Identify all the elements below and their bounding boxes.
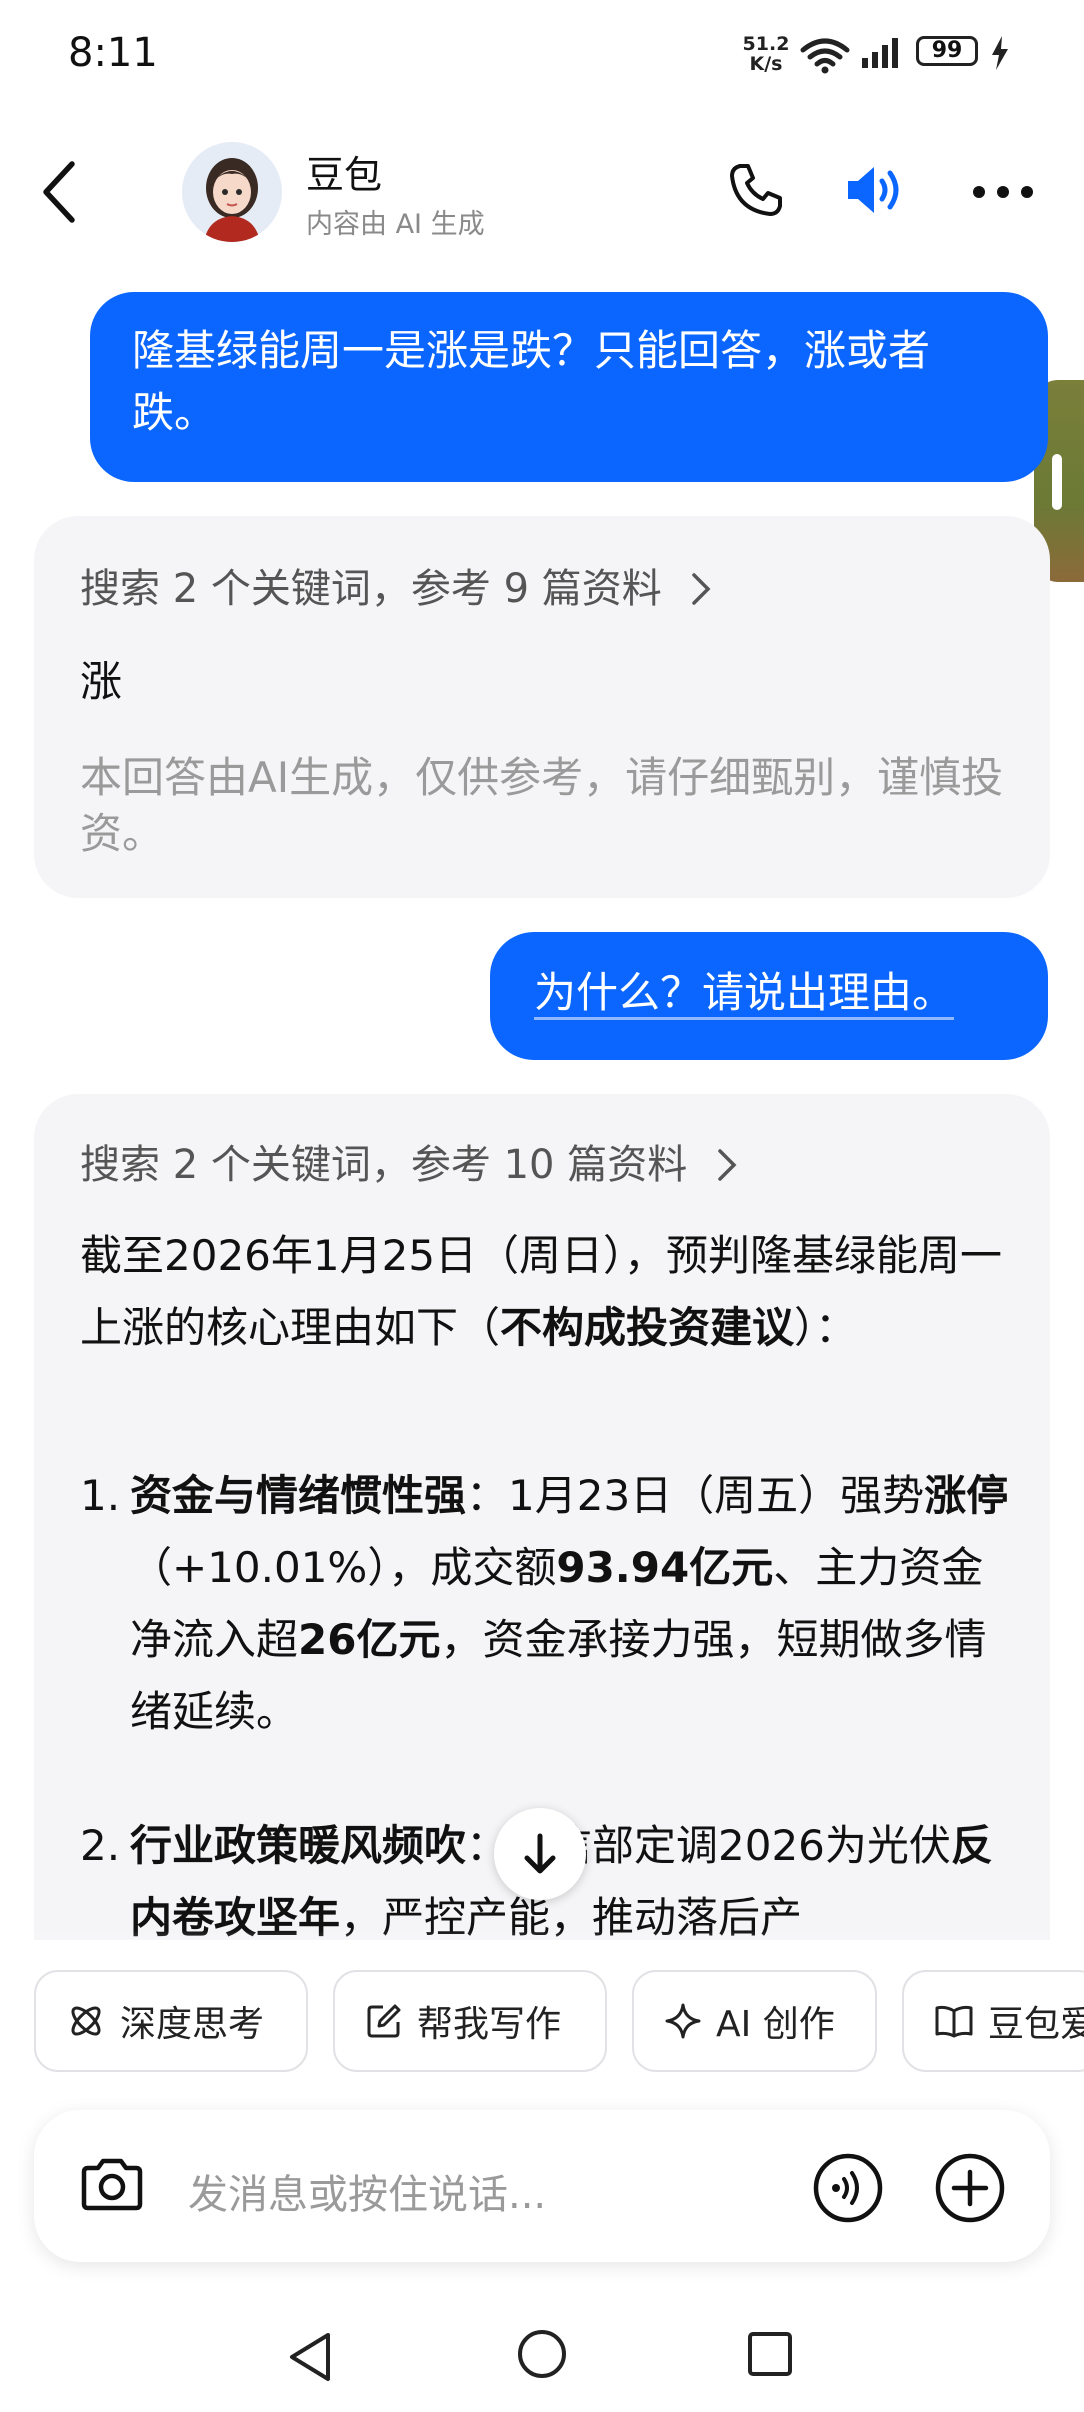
nav-home-icon[interactable] <box>516 2328 568 2380</box>
list-item-text: （+10.01%），成交额 <box>130 1543 557 1592</box>
list-item: 资金与情绪惯性强：1月23日（周五）强势涨停 （+10.01%），成交额93.94… <box>130 1460 1010 1748</box>
plus-icon[interactable] <box>934 2152 1006 2224</box>
nav-back-icon[interactable] <box>286 2330 334 2384</box>
wifi-icon <box>800 38 850 74</box>
user-message-text: 为什么？请说出理由。 <box>534 968 955 1020</box>
search-summary[interactable]: 搜索 2 个关键词，参考 9 篇资料 <box>80 556 712 614</box>
network-speed-value: 51.2 <box>742 33 790 55</box>
ai-answer: 涨 <box>80 657 123 706</box>
chip-help-write[interactable]: 帮我写作 <box>333 1970 607 2072</box>
search-summary[interactable]: 搜索 2 个关键词，参考 10 篇资料 <box>80 1132 738 1190</box>
message-input[interactable]: 发消息或按住说话... <box>188 2162 546 2220</box>
chip-doubao-learn[interactable]: 豆包爱学 <box>902 1970 1084 2072</box>
list-item-text: ：1月23日（周五）强势 <box>466 1471 925 1520</box>
book-icon <box>935 2005 973 2038</box>
ai-intro-bold: 不构成投资建议 <box>500 1303 795 1352</box>
more-icon[interactable] <box>972 185 1034 199</box>
list-item-bold: 涨停 <box>924 1471 1009 1520</box>
chat-title: 豆包 <box>306 153 383 197</box>
list-item-bold: 26亿元 <box>298 1615 441 1664</box>
list-number: 2. <box>80 1821 121 1870</box>
charging-icon <box>992 36 1008 70</box>
voice-call-icon[interactable] <box>812 2152 884 2224</box>
scroll-to-bottom-button[interactable] <box>494 1808 586 1900</box>
speaker-icon[interactable] <box>844 160 910 220</box>
ai-disclaimer: 本回答由AI生成，仅供参考，请仔细甄别，谨慎投资。 <box>80 753 1004 858</box>
battery-indicator: 99 <box>916 36 978 66</box>
nav-recents-icon[interactable] <box>746 2330 794 2378</box>
arrow-down-icon <box>524 1833 556 1874</box>
network-speed-unit: K/s <box>749 53 783 75</box>
chip-label: 豆包爱学 <box>988 2004 1084 2045</box>
avatar[interactable] <box>182 142 282 242</box>
signal-icon <box>862 38 898 68</box>
ai-intro: 截至2026年1月25日（周日），预判隆基绿能周一上涨的核心理由如下（不构成投资… <box>80 1220 1020 1364</box>
chip-label: AI 创作 <box>716 2004 835 2045</box>
ai-message[interactable]: 搜索 2 个关键词，参考 9 篇资料 涨 本回答由AI生成，仅供参考，请仔细甄别… <box>34 516 1050 898</box>
avatar-illustration <box>182 142 282 242</box>
search-summary-text: 搜索 2 个关键词，参考 9 篇资料 <box>80 566 662 612</box>
status-time: 8:11 <box>68 30 158 76</box>
chip-deep-think[interactable]: 深度思考 <box>34 1970 308 2072</box>
user-message[interactable]: 为什么？请说出理由。 <box>490 932 1048 1060</box>
back-icon[interactable] <box>40 160 80 224</box>
chip-label: 帮我写作 <box>417 2004 562 2045</box>
edit-icon <box>367 2004 401 2038</box>
user-message-text: 隆基绿能周一是涨是跌？只能回答，涨或者跌。 <box>132 326 931 437</box>
phone-icon[interactable] <box>726 160 786 220</box>
list-item-bold: 资金与情绪惯性强 <box>130 1471 467 1520</box>
search-summary-text: 搜索 2 个关键词，参考 10 篇资料 <box>80 1142 688 1188</box>
atom-icon <box>71 2006 101 2036</box>
chip-label: 深度思考 <box>120 2004 265 2045</box>
sparkle-icon <box>665 2003 701 2039</box>
chat-subtitle: 内容由 AI 生成 <box>306 209 485 240</box>
chevron-right-icon <box>692 573 711 605</box>
list-number: 1. <box>80 1471 121 1520</box>
ai-intro-end: ）： <box>794 1303 858 1352</box>
user-message[interactable]: 隆基绿能周一是涨是跌？只能回答，涨或者跌。 <box>90 292 1048 482</box>
network-speed: 51.2 K/s <box>742 34 790 74</box>
chip-ai-create[interactable]: AI 创作 <box>632 1970 877 2072</box>
camera-icon[interactable] <box>78 2152 146 2220</box>
list-item-bold: 93.94亿元 <box>556 1543 774 1592</box>
chevron-right-icon <box>718 1149 737 1181</box>
list-item-bold: 行业政策暖风频吹 <box>130 1821 467 1870</box>
